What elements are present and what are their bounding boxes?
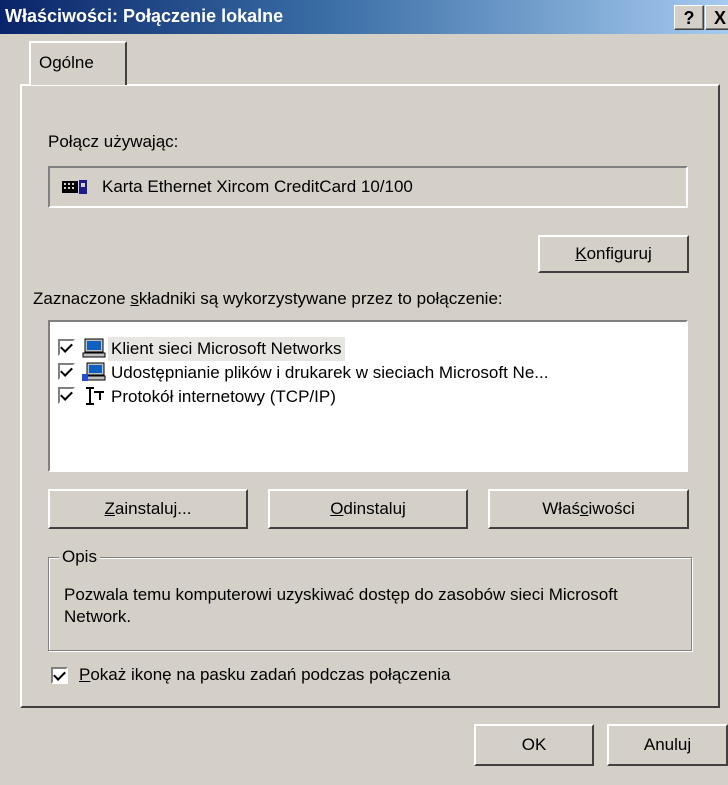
network-protocol-icon	[86, 387, 104, 405]
properties-button[interactable]: Właściwości	[488, 489, 689, 529]
cancel-button[interactable]: Anuluj	[607, 724, 728, 766]
title-bar[interactable]: Właściwości: Połączenie lokalne ? X	[0, 0, 728, 34]
components-list[interactable]: Klient sieci Microsoft Networks Udostępn…	[48, 320, 688, 472]
description-group: Opis Pozwala temu komputerowi uzyskiwać …	[48, 547, 692, 651]
components-label-post: kładniki są wykorzystywane przez to połą…	[138, 289, 503, 308]
properties-label-rest: iwości	[588, 499, 635, 518]
configure-accel: K	[575, 244, 587, 263]
component-checkbox[interactable]	[58, 363, 75, 380]
properties-label-pre: Właś	[542, 499, 580, 518]
components-label: Zaznaczone składniki są wykorzystywane p…	[33, 289, 503, 309]
help-button[interactable]: ?	[674, 5, 704, 30]
show-icon-label: Pokaż ikonę na pasku zadań podczas połąc…	[79, 665, 450, 685]
uninstall-button[interactable]: Odinstaluj	[268, 489, 468, 529]
component-checkbox[interactable]	[58, 339, 75, 356]
install-button[interactable]: Zainstaluj...	[48, 489, 248, 529]
adapter-box: Karta Ethernet Xircom CreditCard 10/100	[48, 166, 688, 208]
configure-label: onfiguruj	[586, 244, 652, 263]
ok-button[interactable]: OK	[474, 724, 594, 766]
component-checkbox[interactable]	[58, 387, 75, 404]
install-accel: Z	[104, 499, 115, 518]
shared-computer-icon	[82, 362, 106, 381]
tab-general-label: Ogólne	[39, 53, 94, 72]
configure-button[interactable]: Konfiguruj	[538, 235, 689, 273]
components-label-pre: Zaznaczone	[33, 289, 131, 308]
component-label: Klient sieci Microsoft Networks	[108, 337, 345, 361]
description-label: Opis	[59, 547, 100, 567]
show-icon-accel: P	[79, 665, 91, 684]
uninstall-accel: O	[330, 499, 344, 518]
adapter-name: Karta Ethernet Xircom CreditCard 10/100	[102, 177, 413, 196]
install-label: ainstaluj...	[114, 499, 192, 518]
connect-using-label: Połącz używając:	[48, 132, 179, 151]
component-label: Protokół internetowy (TCP/IP)	[111, 387, 336, 406]
show-icon-text: okaż ikonę na pasku zadań podczas połącz…	[90, 665, 451, 684]
show-icon-checkbox[interactable]	[51, 667, 68, 684]
window-title: Właściwości: Połączenie lokalne	[5, 6, 284, 26]
close-button[interactable]: X	[705, 5, 728, 30]
network-card-icon	[62, 180, 87, 194]
computer-icon	[82, 338, 106, 358]
component-label: Udostępnianie plików i drukarek w siecia…	[111, 363, 549, 382]
uninstall-label: dinstaluj	[343, 499, 406, 518]
components-label-accel: s	[130, 289, 139, 308]
tab-general[interactable]: Ogólne	[29, 41, 127, 85]
description-text: Pozwala temu komputerowi uzyskiwać dostę…	[64, 585, 618, 626]
